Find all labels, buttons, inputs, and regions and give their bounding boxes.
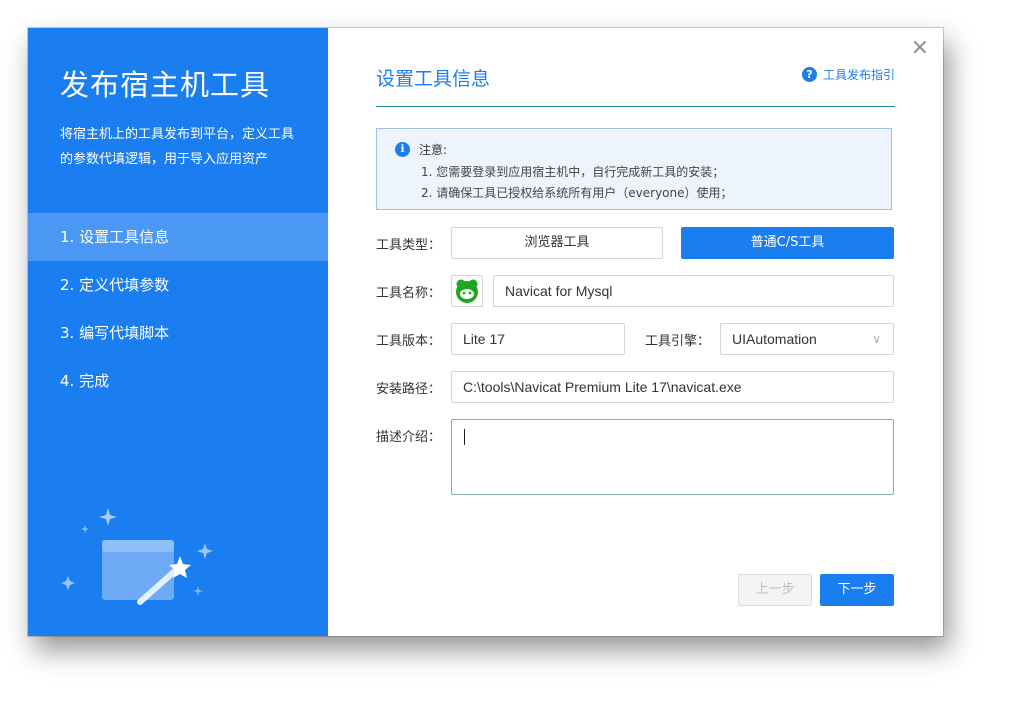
tool-engine-label: 工具引擎： — [645, 334, 711, 349]
header-divider — [376, 106, 895, 107]
tool-engine-select[interactable]: UIAutomation ∨ — [720, 323, 894, 355]
tool-guide-link[interactable]: ? 工具发布指引 — [801, 66, 895, 83]
publish-tool-dialog: 发布宿主机工具 将宿主机上的工具发布到平台，定义工具的参数代填逻辑，用于导入应用… — [28, 28, 943, 636]
tool-icon-picker[interactable] — [451, 275, 483, 307]
tool-engine-value: UIAutomation — [732, 331, 817, 347]
tool-type-label: 工具类型： — [376, 238, 442, 253]
page-title: 设置工具信息 — [376, 68, 491, 90]
text-caret — [464, 429, 465, 445]
notice-line: 2. 请确保工具已授权给系统所有用户（everyone）使用； — [421, 186, 733, 200]
tool-guide-label: 工具发布指引 — [822, 68, 895, 82]
chevron-down-icon: ∨ — [872, 332, 881, 346]
step-item-finish[interactable]: 4. 完成 — [28, 357, 328, 405]
question-icon: ? — [801, 67, 817, 82]
step-list: 1. 设置工具信息 2. 定义代填参数 3. 编写代填脚本 4. 完成 — [28, 213, 328, 405]
sidebar: 发布宿主机工具 将宿主机上的工具发布到平台，定义工具的参数代填逻辑，用于导入应用… — [28, 28, 328, 636]
browser-tool-button[interactable]: 浏览器工具 — [451, 227, 663, 259]
main-panel: 设置工具信息 ? 工具发布指引 × i 注意: 1. 您需要登录到应用宿主机中，… — [328, 28, 943, 636]
tool-version-label: 工具版本： — [376, 334, 442, 349]
tool-name-label: 工具名称： — [376, 286, 442, 301]
notice-box: i 注意: 1. 您需要登录到应用宿主机中，自行完成新工具的安装； 2. 请确保… — [376, 128, 892, 210]
step-item-fill-params[interactable]: 2. 定义代填参数 — [28, 261, 328, 309]
install-path-input[interactable]: C:\tools\Navicat Premium Lite 17\navicat… — [451, 371, 894, 403]
navicat-icon — [456, 279, 478, 303]
prev-step-button[interactable]: 上一步 — [738, 574, 812, 606]
magic-wand-illustration — [61, 508, 213, 605]
notice-heading: 注意: — [419, 143, 448, 157]
notice-line: 1. 您需要登录到应用宿主机中，自行完成新工具的安装； — [421, 165, 725, 179]
cs-tool-button[interactable]: 普通C/S工具 — [681, 227, 894, 259]
sidebar-title: 发布宿主机工具 — [60, 68, 271, 102]
info-icon: i — [395, 142, 410, 157]
description-textarea[interactable] — [451, 419, 894, 495]
tool-name-input[interactable]: Navicat for Mysql — [493, 275, 894, 307]
next-step-button[interactable]: 下一步 — [820, 574, 894, 606]
tool-version-input[interactable]: Lite 17 — [451, 323, 625, 355]
step-item-fill-script[interactable]: 3. 编写代填脚本 — [28, 309, 328, 357]
step-item-tool-info[interactable]: 1. 设置工具信息 — [28, 213, 328, 261]
description-label: 描述介绍： — [376, 430, 442, 445]
sidebar-description: 将宿主机上的工具发布到平台，定义工具的参数代填逻辑，用于导入应用资产 — [60, 127, 295, 167]
close-button[interactable]: × — [911, 36, 929, 60]
install-path-label: 安装路径： — [376, 382, 442, 397]
